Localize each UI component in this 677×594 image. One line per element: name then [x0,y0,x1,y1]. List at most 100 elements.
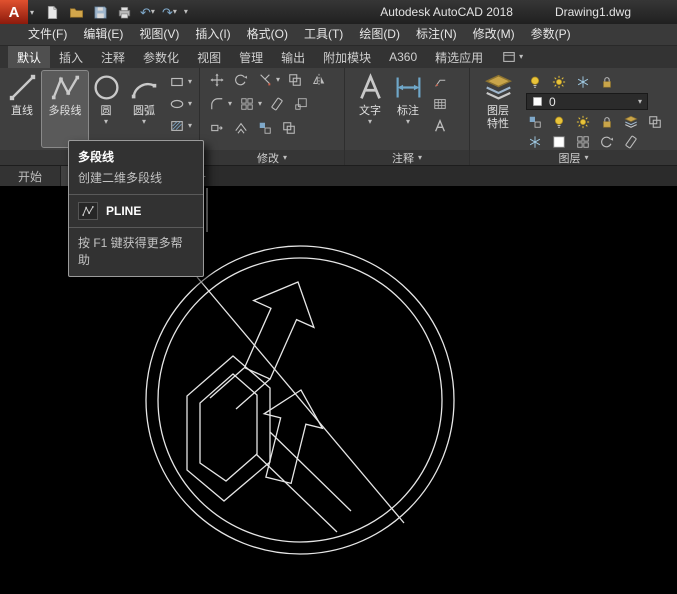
menu-dimension[interactable]: 标注(N) [408,24,465,45]
ribbon-display-toggle[interactable]: ▾ [502,46,523,68]
panel-label-modify[interactable]: 修改 ▾ [200,150,344,165]
modify-tool-array[interactable]: ▾ [238,95,262,112]
document-title: Drawing1.dwg [554,5,631,19]
annotate-tool-table[interactable] [431,95,449,112]
draw-tool-polyline[interactable]: 多段线 [41,70,89,148]
chevron-down-icon[interactable]: ▾ [173,8,177,16]
menu-file[interactable]: 文件(F) [20,24,75,45]
layer-tool-isolate[interactable] [622,113,640,130]
save-button[interactable] [92,4,109,21]
chevron-down-icon[interactable]: ▾ [104,118,108,126]
ribbon-tab-insert[interactable]: 插入 [50,46,92,68]
chevron-down-icon[interactable]: ▾ [188,77,192,86]
ribbon-tab-output[interactable]: 输出 [272,46,314,68]
layer-toggle-lock[interactable] [598,73,616,90]
chevron-down-icon[interactable]: ▾ [30,8,34,17]
menu-format[interactable]: 格式(O) [239,24,296,45]
modify-panel-title: 修改 [256,152,279,165]
app-menu-button[interactable]: A [0,0,28,24]
menu-tools[interactable]: 工具(T) [296,24,351,45]
menu-draw[interactable]: 绘图(D) [351,24,408,45]
hexagon-band-inner[interactable] [199,373,258,482]
modify-tool-match[interactable] [256,119,274,136]
layer-properties-button[interactable]: 图层 特性 [476,71,520,147]
annotate-tool-more[interactable] [431,117,449,134]
modify-tool-move[interactable] [208,71,226,88]
draw-tool-hatch[interactable]: ▾ [168,117,192,134]
layer-tool-off[interactable] [622,133,640,150]
menu-bar: 文件(F) 编辑(E) 视图(V) 插入(I) 格式(O) 工具(T) 绘图(D… [0,24,677,46]
ribbon-tab-featured[interactable]: 精选应用 [426,46,492,68]
modify-tool-rotate[interactable] [232,71,250,88]
ribbon-tab-manage[interactable]: 管理 [230,46,272,68]
redo-button[interactable]: ↷ ▾ [162,4,177,21]
draw-tool-line[interactable]: 直线 [2,71,42,147]
modify-tool-erase[interactable] [268,95,286,112]
file-tab-start[interactable]: 开始 [0,166,61,186]
layer-tool-prev[interactable] [598,133,616,150]
layer-tool-copy-to-layer[interactable] [646,113,664,130]
layer-tool-thaw[interactable] [574,113,592,130]
chevron-down-icon[interactable]: ▾ [188,121,192,130]
layer-toggle-freeze[interactable] [574,73,592,90]
layer-toggle-on[interactable] [526,73,544,90]
layer-tool-color[interactable] [550,133,568,150]
layer-tool-walk[interactable] [574,133,592,150]
menu-edit[interactable]: 编辑(E) [75,24,131,45]
lower-arrow[interactable] [249,383,330,488]
sun-icon [552,75,566,89]
chevron-down-icon[interactable]: ▾ [638,97,642,106]
layer-tool-match[interactable] [526,113,544,130]
erase-icon [270,97,284,111]
annotate-tool-leader[interactable] [431,73,449,90]
undo-button[interactable]: ↶ ▾ [140,4,155,21]
modify-tool-stretch[interactable] [208,119,226,136]
layer-tool-lock[interactable] [598,113,616,130]
new-button[interactable] [44,4,61,21]
upper-connector-band[interactable] [209,367,271,410]
layer-dropdown[interactable]: 0 ▾ [526,93,648,110]
menu-view[interactable]: 视图(V) [131,24,187,45]
ribbon-tab-annotate[interactable]: 注释 [92,46,134,68]
panel-layers: 图层 特性 0 ▾ 图层 ▾ [470,68,677,165]
modify-tool-copy[interactable] [286,71,304,88]
ribbon-tab-home[interactable]: 默认 [8,46,51,68]
chevron-down-icon: ▾ [584,152,589,162]
draw-tool-rectangle[interactable]: ▾ [168,73,192,90]
chevron-down-icon[interactable]: ▾ [188,99,192,108]
draw-tool-arc[interactable]: 圆弧 ▾ [124,71,164,147]
annotate-tool-dimension[interactable]: 标注 ▾ [389,71,427,147]
menu-modify[interactable]: 修改(M) [465,24,523,45]
ribbon-tab-parametric[interactable]: 参数化 [134,46,188,68]
modify-tool-fillet[interactable]: ▾ [208,95,232,112]
chevron-down-icon[interactable]: ▾ [406,118,410,126]
panel-label-annotate[interactable]: 注释 ▾ [345,150,469,165]
panel-label-layers[interactable]: 图层 ▾ [470,150,677,165]
qat-customize-button[interactable]: ▾ [184,8,188,16]
layer-toggle-thaw[interactable] [550,73,568,90]
scale-icon [294,97,308,111]
ribbon-tab-view[interactable]: 视图 [188,46,230,68]
draw-tool-ellipse[interactable]: ▾ [168,95,192,112]
open-button[interactable] [68,4,85,21]
chevron-down-icon[interactable]: ▾ [142,118,146,126]
modify-tool-scale[interactable] [292,95,310,112]
draw-tool-circle[interactable]: 圆 ▾ [88,71,124,147]
menu-parametric[interactable]: 参数(P) [523,24,579,45]
ribbon-tab-addins[interactable]: 附加模块 [314,46,380,68]
layer-tool-on[interactable] [550,113,568,130]
chevron-down-icon[interactable]: ▾ [151,8,155,16]
modify-tool-offset[interactable] [232,119,250,136]
modify-tool-mirror[interactable] [310,71,328,88]
annotate-tool-text[interactable]: 文字 ▾ [351,71,389,147]
prohibition-slash-line[interactable] [196,276,405,524]
ribbon-tab-a360[interactable]: A360 [380,46,426,68]
menu-insert[interactable]: 插入(I) [187,24,238,45]
layer-tool-freeze[interactable] [526,133,544,150]
layer-properties-label-2: 特性 [487,118,509,130]
polyline-label: 多段线 [48,105,82,117]
chevron-down-icon[interactable]: ▾ [368,118,372,126]
modify-tool-explode[interactable] [280,119,298,136]
modify-tool-trim[interactable]: ▾ [256,71,280,88]
plot-button[interactable] [116,4,133,21]
